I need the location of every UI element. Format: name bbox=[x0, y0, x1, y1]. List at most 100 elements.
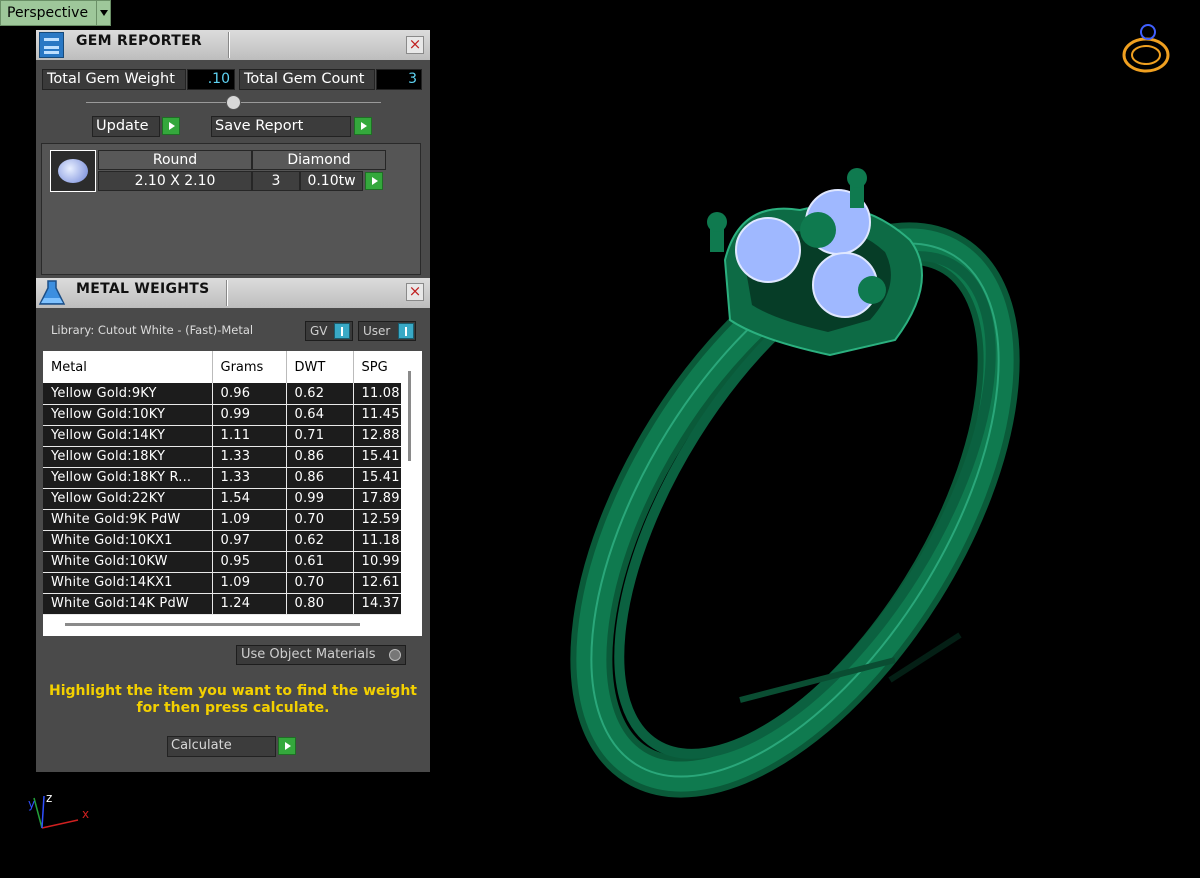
round-gem-icon bbox=[58, 159, 88, 183]
metal-table: Metal Grams DWT SPG Yellow Gold:9KY 0.96 0… bbox=[43, 351, 401, 615]
library-text: Library: Cutout White - (Fast)-Metal bbox=[51, 323, 254, 337]
column-header-spg[interactable]: SPG bbox=[353, 351, 401, 383]
gem-reporter-titlebar[interactable]: GEM REPORTER × bbox=[36, 30, 430, 60]
dwt-cell: 0.99 bbox=[286, 488, 354, 510]
dwt-cell: 0.70 bbox=[286, 572, 354, 594]
spg-cell: 12.61 bbox=[353, 572, 401, 594]
dwt-cell: 0.86 bbox=[286, 446, 354, 468]
user-toggle-icon[interactable] bbox=[398, 323, 414, 339]
metal-table-body: Yellow Gold:9KY 0.96 0.62 11.08 Yellow Gold… bbox=[43, 383, 401, 615]
calculate-play-icon[interactable] bbox=[278, 737, 296, 755]
update-play-icon[interactable] bbox=[162, 117, 180, 135]
spg-cell: 15.41 bbox=[353, 446, 401, 468]
grams-cell: 1.11 bbox=[212, 425, 287, 447]
titlebar-separator bbox=[226, 280, 228, 306]
spg-cell: 11.45 bbox=[353, 404, 401, 426]
metal-table-container[interactable]: Metal Grams DWT SPG Yellow Gold:9KY 0.96 0… bbox=[43, 351, 422, 636]
horizontal-scrollbar[interactable] bbox=[65, 623, 360, 626]
viewport-selector[interactable]: Perspective bbox=[0, 0, 112, 26]
metal-cell: White Gold:14KX1 bbox=[43, 572, 213, 594]
viewport-label[interactable]: Perspective bbox=[0, 0, 98, 26]
use-object-materials-label: Use Object Materials bbox=[241, 647, 376, 662]
column-header-metal[interactable]: Metal bbox=[43, 351, 213, 383]
grams-cell: 0.99 bbox=[212, 404, 287, 426]
gem-count: 3 bbox=[252, 171, 300, 191]
metal-cell: Yellow Gold:9KY bbox=[43, 383, 213, 405]
table-row[interactable]: White Gold:10KW 0.95 0.61 10.99 bbox=[43, 551, 401, 573]
grams-cell: 0.97 bbox=[212, 530, 287, 552]
grams-cell: 1.33 bbox=[212, 467, 287, 489]
dwt-cell: 0.61 bbox=[286, 551, 354, 573]
dwt-cell: 0.62 bbox=[286, 530, 354, 552]
table-row[interactable]: Yellow Gold:10KY 0.99 0.64 11.45 bbox=[43, 404, 401, 426]
gem-material: Diamond bbox=[252, 150, 386, 170]
table-row[interactable]: Yellow Gold:9KY 0.96 0.62 11.08 bbox=[43, 383, 401, 405]
gem-reporter-title: GEM REPORTER bbox=[76, 33, 203, 49]
column-header-grams[interactable]: Grams bbox=[212, 351, 287, 383]
metal-cell: White Gold:10KX1 bbox=[43, 530, 213, 552]
axis-x-label: x bbox=[82, 807, 89, 821]
table-header-row: Metal Grams DWT SPG bbox=[43, 351, 401, 383]
dwt-cell: 0.70 bbox=[286, 509, 354, 531]
metal-cell: Yellow Gold:10KY bbox=[43, 404, 213, 426]
close-icon[interactable]: × bbox=[406, 36, 424, 54]
spg-cell: 15.41 bbox=[353, 467, 401, 489]
table-row[interactable]: White Gold:10KX1 0.97 0.62 11.18 bbox=[43, 530, 401, 552]
spg-cell: 11.08 bbox=[353, 383, 401, 405]
radio-icon[interactable] bbox=[389, 649, 401, 661]
grams-cell: 1.24 bbox=[212, 593, 287, 615]
chevron-down-icon[interactable] bbox=[97, 0, 112, 26]
axis-triad: x y z bbox=[28, 791, 89, 829]
table-row[interactable]: White Gold:14K PdW 1.24 0.80 14.37 bbox=[43, 593, 401, 615]
save-report-play-icon[interactable] bbox=[354, 117, 372, 135]
table-row[interactable]: Yellow Gold:14KY 1.11 0.71 12.88 bbox=[43, 425, 401, 447]
axis-y-label: y bbox=[28, 797, 35, 811]
gv-toggle-icon[interactable] bbox=[334, 323, 350, 339]
calculate-button[interactable]: Calculate bbox=[167, 736, 276, 757]
grams-cell: 1.33 bbox=[212, 446, 287, 468]
spg-cell: 12.59 bbox=[353, 509, 401, 531]
spg-cell: 17.89 bbox=[353, 488, 401, 510]
metal-weights-titlebar[interactable]: METAL WEIGHTS × bbox=[36, 278, 430, 308]
use-object-materials-toggle[interactable]: Use Object Materials bbox=[236, 645, 406, 665]
metal-weights-title: METAL WEIGHTS bbox=[76, 281, 210, 297]
table-row[interactable]: White Gold:14KX1 1.09 0.70 12.61 bbox=[43, 572, 401, 594]
flask-icon bbox=[38, 280, 66, 305]
gem-size: 2.10 X 2.10 bbox=[98, 171, 252, 191]
vertical-scrollbar[interactable] bbox=[408, 371, 411, 461]
grams-cell: 0.96 bbox=[212, 383, 287, 405]
table-row[interactable]: Yellow Gold:18KY 1.33 0.86 15.41 bbox=[43, 446, 401, 468]
save-report-button[interactable]: Save Report bbox=[211, 116, 351, 137]
spg-cell: 14.37 bbox=[353, 593, 401, 615]
total-gem-count-value[interactable]: 3 bbox=[376, 69, 422, 90]
table-row[interactable]: Yellow Gold:22KY 1.54 0.99 17.89 bbox=[43, 488, 401, 510]
gem-thumbnail[interactable] bbox=[50, 150, 96, 192]
table-row[interactable]: White Gold:9K PdW 1.09 0.70 12.59 bbox=[43, 509, 401, 531]
spg-cell: 11.18 bbox=[353, 530, 401, 552]
gv-label: GV bbox=[310, 324, 328, 338]
metal-weights-panel: METAL WEIGHTS × Library: Cutout White - … bbox=[36, 278, 430, 772]
splitter-handle-icon[interactable] bbox=[226, 95, 241, 110]
gem-detail-play-icon[interactable] bbox=[365, 172, 383, 190]
metal-cell: White Gold:14K PdW bbox=[43, 593, 213, 615]
table-row[interactable]: Yellow Gold:18KY R... 1.33 0.86 15.41 bbox=[43, 467, 401, 489]
dwt-cell: 0.64 bbox=[286, 404, 354, 426]
close-icon[interactable]: × bbox=[406, 283, 424, 301]
spg-cell: 10.99 bbox=[353, 551, 401, 573]
update-button[interactable]: Update bbox=[92, 116, 160, 137]
metal-cell: White Gold:9K PdW bbox=[43, 509, 213, 531]
gem-weight: 0.10tw bbox=[300, 171, 363, 191]
total-gem-weight-value[interactable]: .10 bbox=[187, 69, 235, 90]
metal-cell: Yellow Gold:14KY bbox=[43, 425, 213, 447]
metal-cell: Yellow Gold:18KY R... bbox=[43, 467, 213, 489]
ring-icon[interactable] bbox=[1118, 20, 1174, 78]
gem-report-icon bbox=[39, 32, 64, 58]
dwt-cell: 0.80 bbox=[286, 593, 354, 615]
ring-3d-view[interactable] bbox=[440, 140, 1140, 820]
dwt-cell: 0.86 bbox=[286, 467, 354, 489]
metal-cell: White Gold:10KW bbox=[43, 551, 213, 573]
grams-cell: 1.09 bbox=[212, 572, 287, 594]
hint-line-1: Highlight the item you want to find the … bbox=[49, 683, 417, 699]
axis-z-label: z bbox=[46, 791, 52, 805]
column-header-dwt[interactable]: DWT bbox=[286, 351, 354, 383]
